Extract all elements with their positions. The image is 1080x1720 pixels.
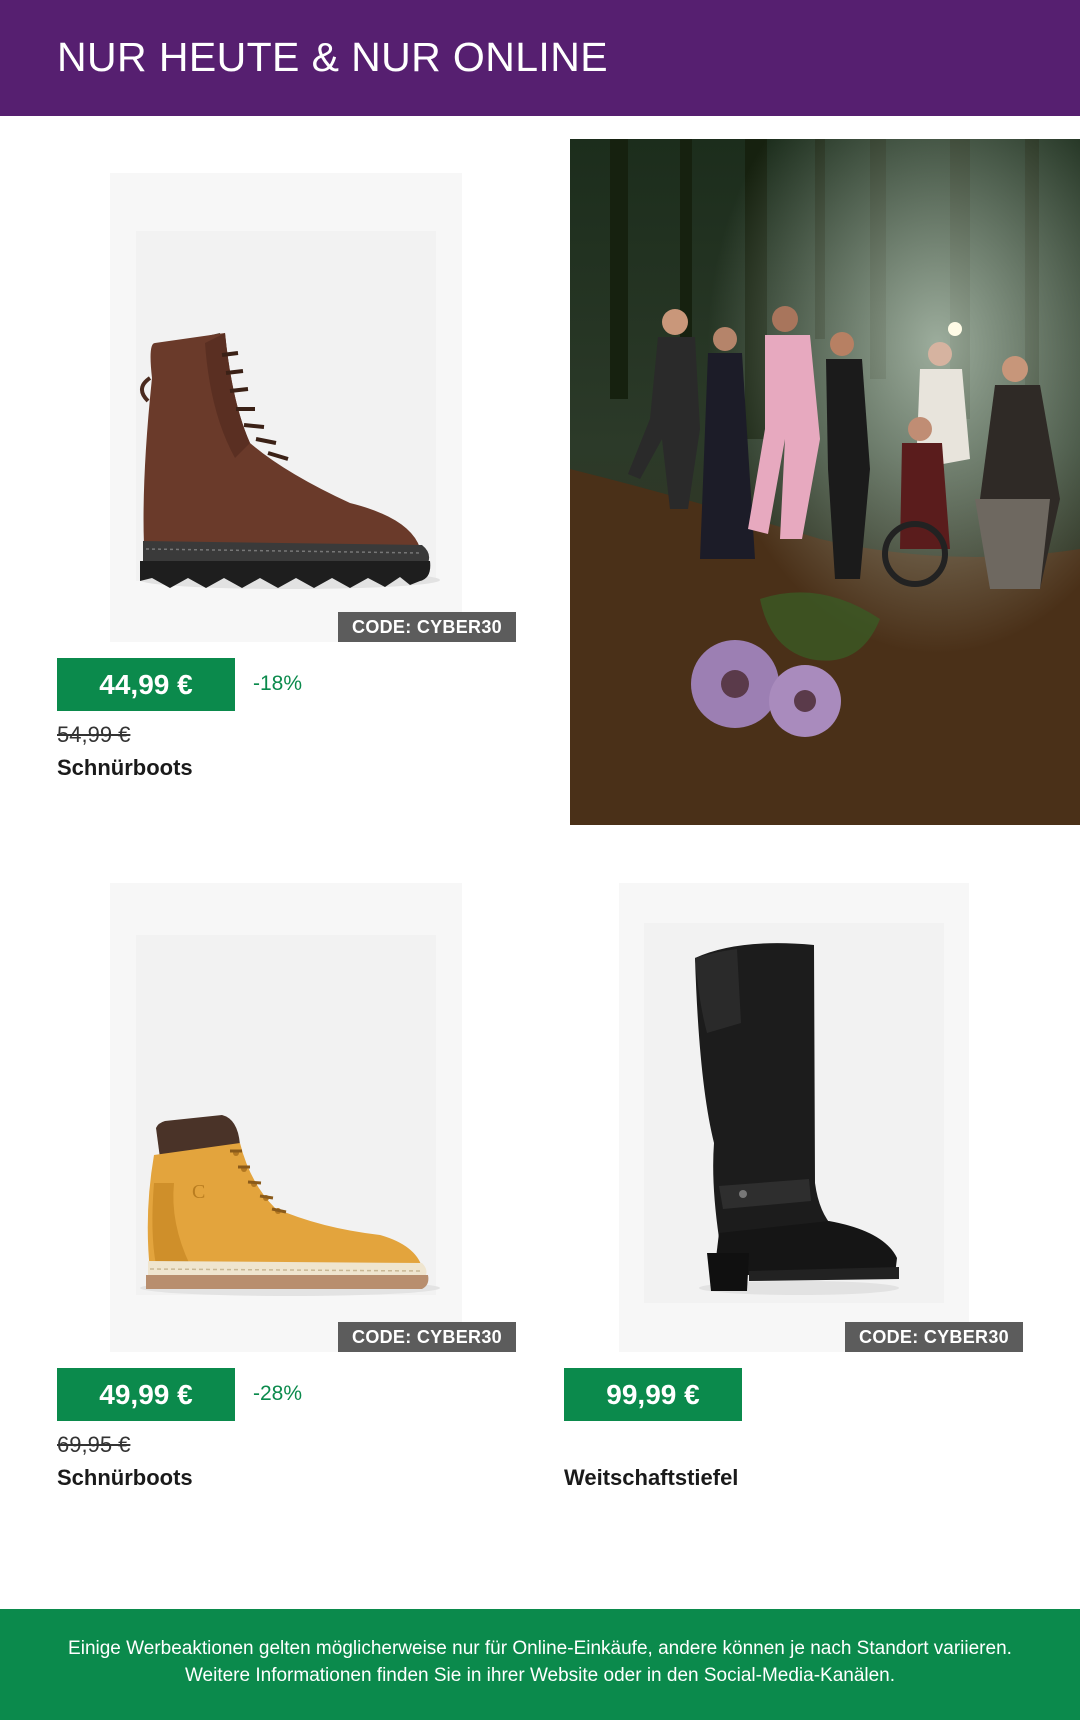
black-boot-illustration	[644, 923, 944, 1303]
forest-photo-illustration	[570, 139, 1080, 825]
yellow-boot-illustration: C	[136, 935, 440, 1296]
price-badge: 44,99 €	[57, 658, 235, 711]
product-name[interactable]: Schnürboots	[57, 1465, 193, 1491]
svg-text:C: C	[192, 1181, 205, 1203]
promo-code-badge: CODE: CYBER30	[338, 1322, 516, 1352]
price-badge: 49,99 €	[57, 1368, 235, 1421]
hero-photo-group-forest[interactable]	[570, 139, 1080, 825]
footer-disclaimer-bar: Einige Werbeaktionen gelten möglicherwei…	[0, 1609, 1080, 1720]
product-name[interactable]: Schnürboots	[57, 755, 193, 781]
old-price: 69,95 €	[57, 1432, 131, 1457]
promo-title: NUR HEUTE & NUR ONLINE	[57, 34, 608, 80]
promo-code-badge: CODE: CYBER30	[338, 612, 516, 642]
price-badge: 99,99 €	[564, 1368, 742, 1421]
promo-code-badge: CODE: CYBER30	[845, 1322, 1023, 1352]
discount-label: -28%	[253, 1382, 303, 1405]
product-name[interactable]: Weitschaftstiefel	[564, 1465, 738, 1491]
product-image-black-boot[interactable]	[619, 883, 969, 1352]
disclaimer-text: Einige Werbeaktionen gelten möglicherwei…	[68, 1638, 1012, 1686]
product-image-yellow-boot[interactable]: C	[110, 883, 462, 1352]
discount-label: -18%	[253, 672, 303, 695]
old-price: 54,99 €	[57, 722, 131, 747]
product-image-brown-boot[interactable]	[110, 173, 462, 642]
brown-boot-illustration	[136, 231, 440, 589]
promo-header: NUR HEUTE & NUR ONLINE	[0, 0, 1080, 116]
